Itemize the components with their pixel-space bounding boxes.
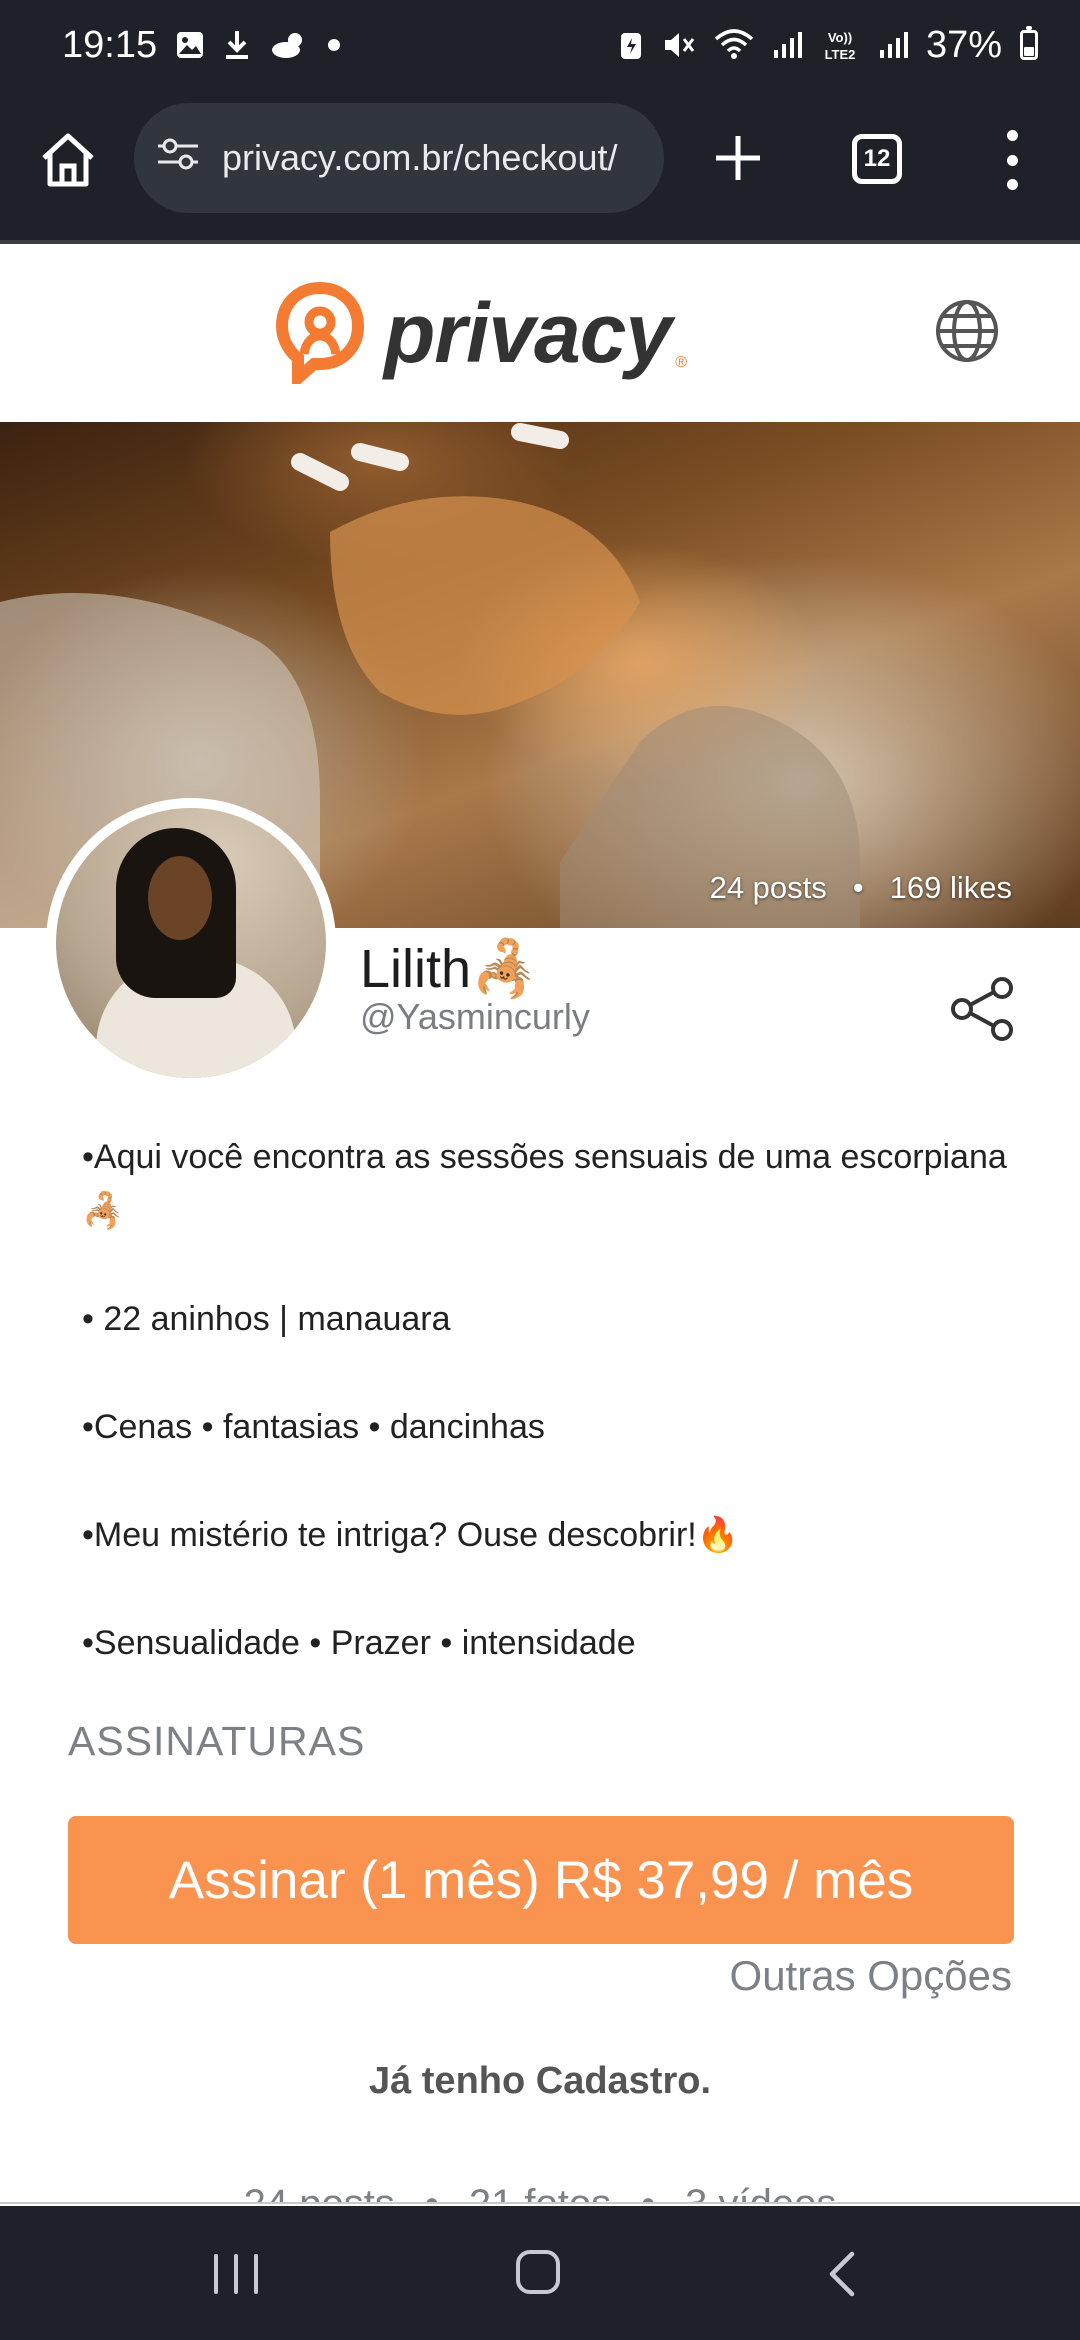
stats-posts[interactable]: 24 posts: [244, 2170, 395, 2204]
more-vert-icon[interactable]: [1000, 130, 1024, 190]
bio-line: •Sensualidade • Prazer • intensidade: [82, 1624, 636, 1662]
tabs-icon[interactable]: 12: [852, 134, 902, 184]
download-icon: [223, 29, 251, 61]
recent-apps-icon[interactable]: [214, 2254, 258, 2294]
other-options-link[interactable]: Outras Opções: [730, 1952, 1012, 2000]
profile-bio: •Aqui você encontra as sessões sensuais …: [82, 1130, 1022, 1670]
share-icon[interactable]: [948, 974, 1018, 1044]
signal-icon: [772, 30, 802, 60]
stats-videos[interactable]: 3 vídeos: [685, 2170, 836, 2204]
wifi-icon: [714, 29, 754, 61]
divider: [0, 2202, 1080, 2204]
mute-icon: [662, 29, 696, 61]
tab-count: 12: [863, 145, 891, 172]
profile-name: Lilith🦂: [360, 939, 539, 999]
profile-handle: @Yasmincurly: [360, 996, 590, 1037]
image-icon: [175, 30, 205, 60]
svg-text:LTE2: LTE2: [825, 47, 856, 62]
privacy-logo-icon: [275, 282, 365, 384]
subscriptions-heading: ASSINATURAS: [68, 1718, 366, 1764]
status-bar: 19:15 Vo)) LTE2 37%: [0, 0, 1080, 90]
status-right: Vo)) LTE2 37%: [618, 24, 1038, 67]
bio-line: •Meu mistério te intriga? Ouse descobrir…: [82, 1516, 740, 1554]
browser-toolbar: privacy.com.br/checkout/ 12: [0, 90, 1080, 240]
volte-icon: Vo)) LTE2: [820, 28, 860, 62]
dot-icon: [327, 38, 341, 52]
tune-icon[interactable]: [156, 136, 200, 181]
battery-fill: [1024, 47, 1034, 56]
plus-icon[interactable]: [710, 130, 766, 186]
battery-percent: 37%: [925, 23, 1002, 66]
home-icon[interactable]: [516, 2250, 560, 2294]
status-time: 19:15: [62, 23, 158, 66]
subscribe-button[interactable]: Assinar (1 mês) R$ 37,99 / mês: [68, 1816, 1014, 1944]
stats-separator: •: [424, 2182, 439, 2204]
address-bar[interactable]: privacy.com.br/checkout/: [134, 103, 664, 213]
avatar-photo: [56, 808, 326, 1078]
bio-line: •Cenas • fantasias • dancinhas: [82, 1408, 545, 1446]
home-icon[interactable]: [36, 128, 100, 192]
stats-separator: •: [641, 2182, 656, 2204]
bio-line: •Aqui você encontra as sessões sensuais …: [82, 1138, 1007, 1230]
privacy-logo[interactable]: privacy ®: [274, 282, 687, 384]
content-stats: 24 posts • 21 fotos • 3 vídeos: [0, 2170, 1080, 2204]
subscribe-price: R$ 37,99 / mês: [553, 1850, 914, 1910]
url-text[interactable]: privacy.com.br/checkout/: [222, 137, 617, 179]
back-icon[interactable]: [824, 2250, 860, 2298]
logo-registered: ®: [675, 354, 688, 371]
cloud-sun-icon: [269, 30, 309, 60]
svg-text:Vo)): Vo)): [828, 30, 852, 45]
avatar[interactable]: [46, 798, 336, 1088]
cover-likes-count: 169 likes: [889, 870, 1012, 905]
system-nav-bar: [0, 2206, 1080, 2340]
cover-stats: 24 posts • 169 likes: [710, 870, 1012, 906]
subscribe-label: Assinar (1 mês): [168, 1850, 540, 1910]
signal-icon: [878, 30, 908, 60]
cover-separator: •: [852, 870, 864, 905]
globe-icon[interactable]: [934, 298, 1000, 364]
logo-text: privacy: [384, 285, 672, 380]
bio-line: • 22 aninhos | manauara: [82, 1300, 451, 1338]
cover-posts-count: 24 posts: [709, 870, 827, 905]
status-left: 19:15: [62, 24, 341, 67]
battery-saver-icon: [618, 29, 644, 61]
login-link[interactable]: Já tenho Cadastro.: [0, 2060, 1080, 2103]
battery-icon: [1020, 26, 1038, 60]
stats-photos[interactable]: 21 fotos: [469, 2170, 611, 2204]
site-header: privacy ®: [0, 240, 1080, 422]
